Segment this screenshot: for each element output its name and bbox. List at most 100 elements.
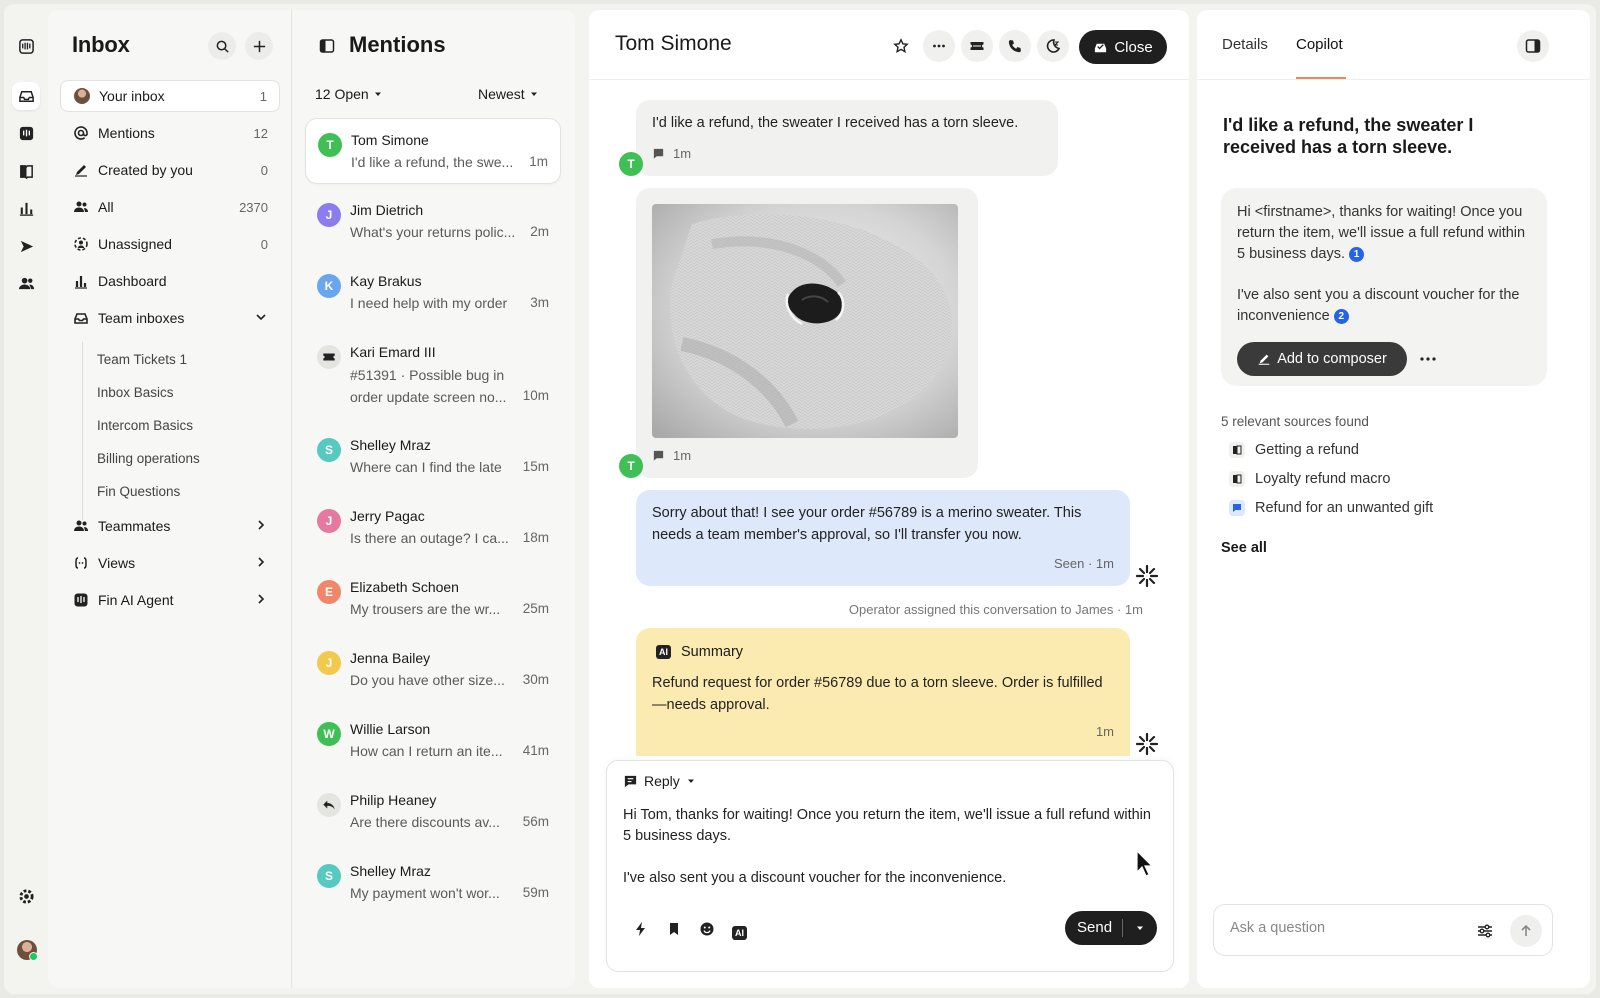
star-button[interactable] bbox=[885, 30, 917, 62]
reply-mode-dropdown[interactable]: Reply bbox=[623, 773, 696, 789]
nav-item-created-by-you[interactable]: Created by you 0 bbox=[60, 154, 280, 186]
message-time: 1m bbox=[673, 448, 692, 463]
conversation-list-item[interactable]: Kari Emard III #51391 · Possible bug in o… bbox=[305, 331, 561, 419]
nav-group-label: Fin AI Agent bbox=[98, 592, 174, 608]
more-dots-icon[interactable] bbox=[1417, 348, 1439, 370]
nav-item-all[interactable]: All 2370 bbox=[60, 191, 280, 223]
sweater-photo[interactable] bbox=[652, 204, 958, 438]
contact-avatar: S bbox=[317, 864, 341, 888]
article-book-icon bbox=[1229, 442, 1245, 458]
source-label: Loyalty refund macro bbox=[1255, 471, 1391, 487]
nav-item-unassigned[interactable]: Unassigned 0 bbox=[60, 228, 280, 260]
settings-sliders-icon[interactable] bbox=[1476, 922, 1494, 940]
nav-group-label: Teammates bbox=[98, 518, 171, 534]
sort-dropdown[interactable]: Newest bbox=[478, 86, 539, 102]
nav-group-fin-ai-agent[interactable]: Fin AI Agent bbox=[60, 584, 280, 616]
new-conversation-button[interactable] bbox=[245, 32, 273, 60]
close-conversation-button[interactable]: Close bbox=[1079, 30, 1167, 64]
send-button[interactable]: Send bbox=[1065, 911, 1157, 945]
conversation-list-item[interactable]: K Kay Brakus I need help with my order 3m bbox=[305, 260, 561, 326]
tab-details[interactable]: Details bbox=[1222, 36, 1268, 53]
toggle-panel-button[interactable] bbox=[1517, 30, 1549, 62]
submit-question-button[interactable] bbox=[1510, 915, 1542, 947]
conversation-list-item[interactable]: J Jerry Pagac Is there an outage? I ca... 1… bbox=[305, 495, 561, 561]
search-button[interactable] bbox=[208, 32, 236, 60]
conversation-list-item[interactable]: S Shelley Mraz My payment won't wor... 59m bbox=[305, 850, 561, 916]
reply-composer[interactable]: Reply Hi Tom, thanks for waiting! Once y… bbox=[606, 760, 1174, 972]
user-avatar[interactable] bbox=[17, 940, 38, 961]
reports-chart-icon[interactable] bbox=[12, 194, 40, 222]
conversation-list-item[interactable]: J Jim Dietrich What's your returns polic..… bbox=[305, 189, 561, 255]
conversation-list-item[interactable]: E Elizabeth Schoen My trousers are the wr.… bbox=[305, 566, 561, 632]
fin-logo-icon[interactable] bbox=[12, 32, 40, 60]
message-preview: My trousers are the wr... bbox=[350, 601, 501, 617]
source-item[interactable]: Refund for an unwanted gift bbox=[1229, 500, 1433, 516]
conversation-list-item[interactable]: Philip Heaney Are there discounts av... 56… bbox=[305, 779, 561, 845]
nav-item-your-inbox[interactable]: Your inbox 1 bbox=[60, 80, 280, 112]
contact-name: Jerry Pagac bbox=[350, 508, 425, 524]
add-to-composer-label: Add to composer bbox=[1277, 351, 1387, 367]
fin-agent-icon[interactable] bbox=[12, 119, 40, 147]
ask-question-input[interactable] bbox=[1230, 920, 1460, 936]
conversation-time: 10m bbox=[522, 388, 549, 403]
app-window: Inbox Your inbox 1 Mentions 12 Created b… bbox=[4, 4, 1596, 994]
star-icon bbox=[893, 38, 909, 53]
nav-item-mentions[interactable]: Mentions 12 bbox=[60, 117, 280, 149]
conversation-list-item[interactable]: S Shelley Mraz Where can I find the late 15… bbox=[305, 424, 561, 490]
conversation-list-item[interactable]: J Jenna Bailey Do you have other size... 30… bbox=[305, 637, 561, 703]
chat-bubble-icon bbox=[653, 148, 664, 159]
macros-lightning-button[interactable] bbox=[633, 921, 651, 939]
caret-down-icon bbox=[687, 779, 694, 783]
saved-replies-button[interactable] bbox=[666, 921, 684, 939]
snooze-button[interactable] bbox=[1037, 30, 1069, 62]
source-item[interactable]: Getting a refund bbox=[1229, 442, 1359, 458]
more-options-button[interactable] bbox=[923, 30, 955, 62]
team-inbox-item[interactable]: Fin Questions bbox=[97, 484, 180, 499]
inbox-icon[interactable] bbox=[12, 82, 40, 110]
add-to-composer-button[interactable]: Add to composer bbox=[1237, 342, 1407, 376]
ai-compose-button[interactable]: AI bbox=[732, 923, 750, 941]
nav-item-label: Team inboxes bbox=[98, 310, 185, 326]
conversation-list-item[interactable]: T Tom Simone I'd like a refund, the swe...… bbox=[305, 118, 561, 184]
contact-avatar: J bbox=[317, 203, 341, 227]
team-inbox-item[interactable]: Team Tickets 1 bbox=[97, 352, 187, 367]
fin-operator-icon bbox=[1135, 564, 1159, 588]
ticket-button[interactable] bbox=[961, 30, 993, 62]
pencil-icon bbox=[72, 161, 90, 179]
emoji-button[interactable] bbox=[699, 921, 717, 939]
composer-text[interactable]: Hi Tom, thanks for waiting! Once you ret… bbox=[623, 805, 1163, 889]
team-inbox-item[interactable]: Intercom Basics bbox=[97, 418, 193, 433]
outbound-send-icon[interactable] bbox=[12, 232, 40, 260]
chevron-down-icon[interactable] bbox=[254, 310, 268, 327]
nav-item-dashboard[interactable]: Dashboard bbox=[60, 265, 280, 297]
answer-text: Hi <firstname>, thanks for waiting! Once… bbox=[1237, 204, 1526, 262]
see-all-sources-link[interactable]: See all bbox=[1221, 540, 1267, 556]
message-preview: Where can I find the late bbox=[350, 459, 502, 475]
nav-group-teammates[interactable]: Teammates bbox=[60, 510, 280, 542]
send-options-dropdown[interactable] bbox=[1123, 923, 1157, 933]
tab-copilot[interactable]: Copilot bbox=[1296, 36, 1343, 53]
team-inbox-item[interactable]: Billing operations bbox=[97, 451, 200, 466]
close-label: Close bbox=[1114, 38, 1153, 56]
call-button[interactable] bbox=[999, 30, 1031, 62]
settings-gear-icon[interactable] bbox=[12, 882, 40, 910]
nav-item-label: Your inbox bbox=[99, 88, 165, 104]
conversation-list-item[interactable]: W Willie Larson How can I return an ite...… bbox=[305, 708, 561, 774]
knowledge-book-icon[interactable] bbox=[12, 157, 40, 185]
nav-item-count: 1 bbox=[259, 88, 267, 104]
contacts-icon[interactable] bbox=[12, 269, 40, 297]
nav-group-label: Views bbox=[98, 555, 136, 571]
message-time: 1m bbox=[673, 146, 692, 161]
nav-group-views[interactable]: Views bbox=[60, 547, 280, 579]
assignment-note: Operator assigned this conversation to J… bbox=[848, 602, 1143, 617]
team-inbox-item[interactable]: Inbox Basics bbox=[97, 385, 174, 400]
sidebar-toggle-icon[interactable] bbox=[319, 38, 335, 54]
ai-badge-icon: AI bbox=[732, 926, 747, 940]
nav-item-team-inboxes[interactable]: Team inboxes bbox=[60, 302, 280, 334]
conversation-panel: Tom Simone Close I'd like a refund, the … bbox=[589, 10, 1189, 988]
source-item[interactable]: Loyalty refund macro bbox=[1229, 471, 1390, 487]
citation-badge[interactable]: 1 bbox=[1349, 247, 1365, 262]
contact-name: Kay Brakus bbox=[350, 273, 422, 289]
citation-badge[interactable]: 2 bbox=[1333, 309, 1349, 324]
status-filter-dropdown[interactable]: 12 Open bbox=[315, 86, 383, 102]
